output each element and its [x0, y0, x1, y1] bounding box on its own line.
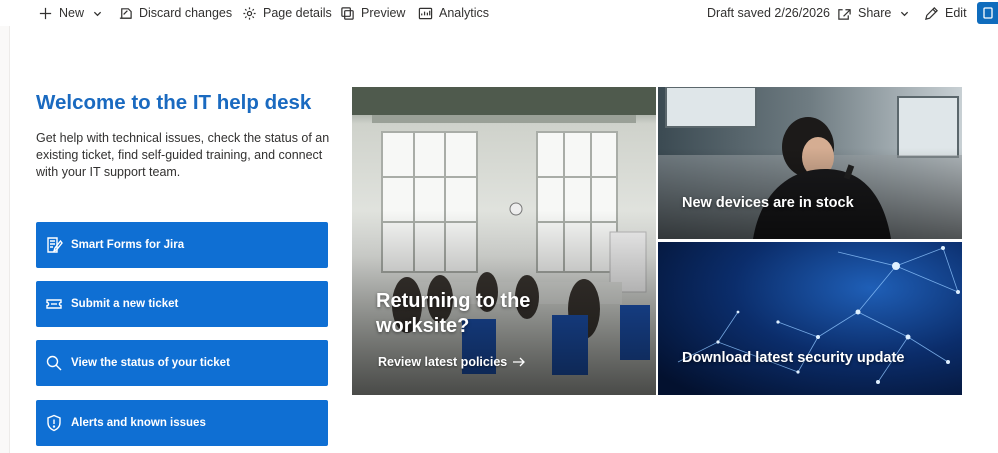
quick-link-smart-forms[interactable]: Smart Forms for Jira [36, 222, 328, 268]
chevron-down-icon [93, 11, 102, 16]
ticket-icon [44, 294, 64, 314]
hero-tile-new-devices[interactable]: New devices are in stock [658, 87, 962, 239]
form-icon [44, 235, 64, 255]
network-graphic-image [658, 242, 962, 395]
review-policies-label: Review latest policies [378, 355, 508, 369]
edit-label: Edit [945, 6, 967, 20]
quick-link-label: Alerts and known issues [71, 417, 206, 429]
hero-main-heading: Returning to the worksite? [376, 290, 531, 337]
publish-icon [983, 7, 993, 19]
quick-link-label: Submit a new ticket [71, 298, 179, 310]
intro-text: Get help with technical issues, check th… [36, 131, 330, 179]
chevron-down-icon [901, 11, 909, 16]
gear-icon [243, 6, 256, 20]
analytics-button[interactable]: Analytics [418, 0, 489, 26]
new-button[interactable]: New [38, 0, 102, 26]
hero-tile-security-update[interactable]: Download latest security update [658, 242, 962, 395]
page-details-button[interactable]: Page details [242, 0, 332, 26]
new-label: New [59, 6, 85, 20]
shield-icon [44, 413, 64, 433]
quick-link-ticket-status[interactable]: View the status of your ticket [36, 340, 328, 386]
preview-icon [341, 6, 354, 20]
analytics-label: Analytics [439, 6, 490, 20]
command-bar: New Discard changes Page details Preview… [0, 0, 998, 26]
edit-button[interactable]: Edit [924, 0, 967, 26]
quick-link-submit-ticket[interactable]: Submit a new ticket [36, 281, 328, 327]
discard-changes-label: Discard changes [139, 6, 233, 20]
meeting-room-image [352, 87, 656, 395]
share-icon [838, 8, 851, 20]
share-button[interactable]: Share [837, 0, 909, 26]
preview-button[interactable]: Preview [340, 0, 405, 26]
left-rail [0, 26, 10, 453]
hero-tile-returning-to-worksite[interactable]: Returning to the worksite? Review latest… [352, 87, 656, 395]
discard-icon [119, 7, 132, 19]
publish-button[interactable] [977, 2, 998, 24]
quick-link-alerts[interactable]: Alerts and known issues [36, 400, 328, 446]
preview-label: Preview [361, 6, 406, 20]
draft-status: Draft saved 2/26/2026 [707, 6, 830, 20]
quick-link-label: Smart Forms for Jira [71, 239, 185, 251]
search-icon [44, 353, 64, 373]
quick-link-label: View the status of your ticket [71, 357, 230, 369]
discard-changes-button[interactable]: Discard changes [118, 0, 232, 26]
plus-icon [39, 7, 52, 19]
page-title: Welcome to the IT help desk [36, 91, 312, 114]
security-update-caption: Download latest security update [682, 350, 905, 366]
analytics-icon [418, 7, 433, 19]
woman-with-phone-image [658, 87, 962, 239]
pencil-icon [925, 6, 938, 20]
page-details-label: Page details [263, 6, 332, 20]
review-policies-link[interactable]: Review latest policies [378, 355, 526, 369]
share-label: Share [858, 6, 892, 20]
arrow-right-icon [513, 357, 526, 367]
new-devices-caption: New devices are in stock [682, 195, 854, 211]
